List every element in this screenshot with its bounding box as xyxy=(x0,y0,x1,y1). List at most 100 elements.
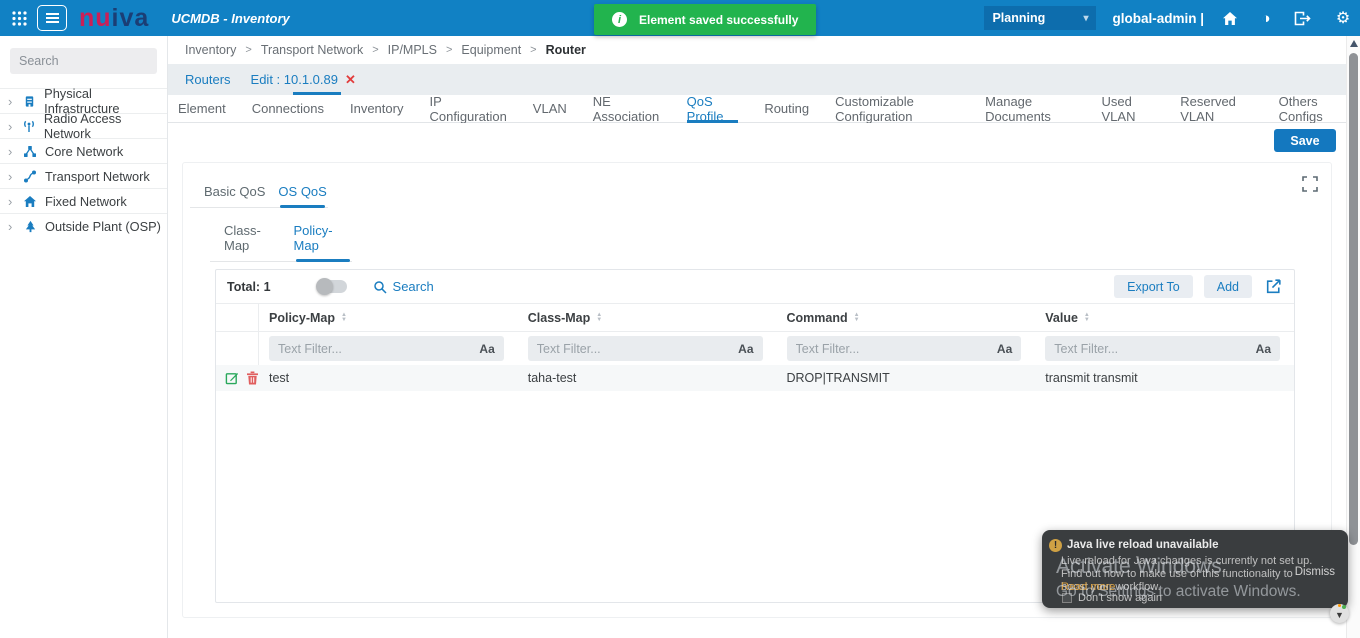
edit-icon[interactable] xyxy=(225,371,239,385)
tab-customizable-configuration[interactable]: Customizable Configuration xyxy=(835,94,959,124)
column-header-class-map[interactable]: Class-Map ▲ ▼ xyxy=(518,311,777,325)
scroll-up-icon[interactable] xyxy=(1350,40,1358,47)
filter-toggle[interactable] xyxy=(315,278,347,295)
chevron-right-icon: › xyxy=(8,168,13,184)
tab-basic-qos[interactable]: Basic QoS xyxy=(204,178,265,207)
expand-table-icon[interactable] xyxy=(1263,276,1284,297)
tab-routing[interactable]: Routing xyxy=(764,95,809,123)
logout-icon[interactable] xyxy=(1292,8,1312,28)
tab-reserved-vlan[interactable]: Reserved VLAN xyxy=(1180,94,1252,124)
sidebar-item-radio-access-network[interactable]: › Radio Access Network xyxy=(0,111,167,141)
tab-others-configs[interactable]: Others Configs xyxy=(1279,94,1346,124)
filter-command[interactable]: Aa xyxy=(786,336,1022,361)
filter-policy-map[interactable]: Aa xyxy=(269,336,504,361)
breadcrumb-item[interactable]: Inventory xyxy=(185,43,236,57)
vertical-scrollbar[interactable] xyxy=(1346,36,1360,638)
sidebar-search[interactable] xyxy=(10,48,157,74)
warning-icon: ! xyxy=(1049,539,1062,552)
filter-class-map[interactable]: Aa xyxy=(527,336,763,361)
dont-show-again-checkbox[interactable]: Don't show again xyxy=(1062,592,1162,604)
row-actions xyxy=(216,365,259,391)
filter-value[interactable]: Aa xyxy=(1045,336,1280,361)
sort-icon[interactable]: ▲ ▼ xyxy=(854,312,860,323)
column-header-policy-map[interactable]: Policy-Map ▲ ▼ xyxy=(259,311,518,325)
chevron-right-icon: › xyxy=(8,93,13,109)
sort-icon[interactable]: ▲ ▼ xyxy=(1084,312,1090,323)
tab-ne-association[interactable]: NE Association xyxy=(593,94,661,124)
tab-ip-configuration[interactable]: IP Configuration xyxy=(429,94,506,124)
tab-edit-router[interactable]: Edit : 10.1.0.89 ✕ xyxy=(251,64,356,95)
tab-os-qos[interactable]: OS QoS xyxy=(278,178,327,208)
column-header-command[interactable]: Command ▲ ▼ xyxy=(777,311,1036,325)
planning-dropdown[interactable]: Planning ▾ xyxy=(984,6,1097,30)
case-sensitive-toggle[interactable]: Aa xyxy=(997,342,1012,356)
delete-icon[interactable] xyxy=(245,371,259,385)
cell-class-map: taha-test xyxy=(527,371,577,385)
tab-edit-label[interactable]: Edit : 10.1.0.89 xyxy=(251,72,338,87)
breadcrumb-separator: > xyxy=(530,44,537,56)
add-button[interactable]: Add xyxy=(1203,275,1252,298)
tab-routers[interactable]: Routers xyxy=(185,72,231,87)
sort-icon[interactable]: ▲ ▼ xyxy=(596,312,602,323)
search-icon xyxy=(373,280,387,294)
planning-label: Planning xyxy=(992,11,1046,25)
export-to-button[interactable]: Export To xyxy=(1114,275,1193,298)
sidebar: › Physical Infrastructure › Radio Access… xyxy=(0,36,168,638)
sidebar-item-transport-network[interactable]: › Transport Network xyxy=(0,163,167,188)
tab-class-map[interactable]: Class-Map xyxy=(224,217,281,261)
status-dot-green xyxy=(1342,605,1346,609)
filter-input[interactable] xyxy=(795,341,997,356)
breadcrumb-item-current: Router xyxy=(545,43,586,57)
cell-command: DROP|TRANSMIT xyxy=(786,371,890,385)
detail-tabs: Element Connections Inventory IP Configu… xyxy=(168,94,1346,124)
route-icon xyxy=(22,169,38,183)
breadcrumb-item[interactable]: IP/MPLS xyxy=(388,43,437,57)
table-toolbar: Total: 1 Search Export To Add xyxy=(216,270,1294,304)
tab-qos-profile[interactable]: QoS Profile xyxy=(686,94,739,124)
tab-inventory[interactable]: Inventory xyxy=(350,95,403,123)
home-icon[interactable] xyxy=(1220,8,1240,28)
checkbox-icon[interactable] xyxy=(1062,593,1072,603)
table-search-button[interactable]: Search xyxy=(373,279,434,294)
qos-mode-tabs: Basic QoS OS QoS xyxy=(190,178,328,208)
save-button[interactable]: Save xyxy=(1274,129,1336,152)
breadcrumb-item[interactable]: Equipment xyxy=(461,43,521,57)
logo-text-primary: nu xyxy=(79,3,112,32)
breadcrumb-item[interactable]: Transport Network xyxy=(261,43,363,57)
dismiss-button[interactable]: Dismiss xyxy=(1295,566,1335,578)
tab-connections[interactable]: Connections xyxy=(252,95,324,123)
tab-policy-map[interactable]: Policy-Map xyxy=(294,217,352,262)
sidebar-item-outside-plant[interactable]: › Outside Plant (OSP) xyxy=(0,213,167,238)
sidebar-item-core-network[interactable]: › Core Network xyxy=(0,138,167,163)
hamburger-menu-button[interactable] xyxy=(37,5,67,31)
cell-value: transmit transmit xyxy=(1045,371,1138,385)
filter-input[interactable] xyxy=(1054,341,1256,356)
column-header-value[interactable]: Value ▲ ▼ xyxy=(1035,311,1294,325)
topbar: nuiva UCMDB - Inventory i Element saved … xyxy=(0,0,1360,36)
search-input[interactable] xyxy=(19,54,148,68)
settings-gear-icon[interactable]: ⚙ xyxy=(1328,8,1350,28)
case-sensitive-toggle[interactable]: Aa xyxy=(1256,342,1271,356)
filter-input[interactable] xyxy=(536,341,739,356)
sidebar-item-label: Outside Plant (OSP) xyxy=(45,218,161,234)
contrast-icon[interactable]: ◑ xyxy=(1256,8,1276,28)
checkbox-label: Don't show again xyxy=(1078,592,1163,604)
topbar-right: Planning ▾ global-admin | ◑ ⚙ xyxy=(984,0,1350,36)
app-grid-icon[interactable] xyxy=(9,8,29,28)
case-sensitive-toggle[interactable]: Aa xyxy=(738,342,753,356)
fullscreen-icon[interactable] xyxy=(1300,174,1320,194)
sort-icon[interactable]: ▲ ▼ xyxy=(341,312,347,323)
sidebar-item-fixed-network[interactable]: › Fixed Network xyxy=(0,188,167,213)
case-sensitive-toggle[interactable]: Aa xyxy=(479,342,494,356)
filter-input[interactable] xyxy=(278,341,480,356)
scrollbar-thumb[interactable] xyxy=(1349,53,1358,545)
close-icon[interactable]: ✕ xyxy=(345,72,356,88)
sidebar-item-physical-infrastructure[interactable]: › Physical Infrastructure xyxy=(0,86,167,116)
tab-vlan[interactable]: VLAN xyxy=(533,95,567,123)
chevron-down-icon: ▾ xyxy=(1083,12,1089,24)
ide-update-widget[interactable]: ▼ xyxy=(1330,604,1349,623)
tab-manage-documents[interactable]: Manage Documents xyxy=(985,94,1075,124)
table-row[interactable]: test taha-test DROP|TRANSMIT transmit tr… xyxy=(216,365,1294,391)
tab-used-vlan[interactable]: Used VLAN xyxy=(1102,94,1155,124)
tab-element[interactable]: Element xyxy=(178,95,226,123)
